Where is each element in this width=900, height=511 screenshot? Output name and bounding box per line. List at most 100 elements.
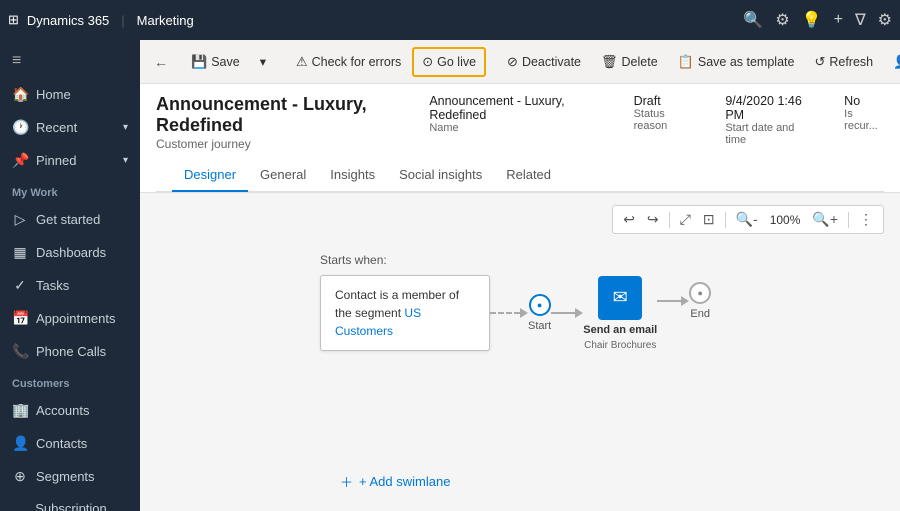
chevron-down-icon: ▾ xyxy=(123,122,128,133)
appointments-icon: 📅 xyxy=(12,310,28,327)
deactivate-button[interactable]: ⊘ Deactivate xyxy=(498,48,590,76)
canvas-toolbar-divider xyxy=(669,212,670,228)
sidebar-item-contacts[interactable]: 👤 Contacts xyxy=(0,427,140,460)
back-button[interactable]: ← xyxy=(148,50,174,74)
top-navigation: ⊞ Dynamics 365 | Marketing 🔍 ⚙ 💡 + ∇ ⚙ xyxy=(0,0,900,40)
email-node-title: Send an email xyxy=(583,324,657,336)
fit-button[interactable]: ⤢ xyxy=(676,209,695,230)
delete-icon: 🗑 xyxy=(601,54,618,70)
undo-button[interactable]: ↩ xyxy=(619,209,639,230)
sidebar-item-label: Tasks xyxy=(36,278,69,293)
tab-insights[interactable]: Insights xyxy=(318,159,387,192)
sidebar-item-label: Dashboards xyxy=(36,245,106,260)
tab-related[interactable]: Related xyxy=(494,159,563,192)
tab-general[interactable]: General xyxy=(248,159,318,192)
refresh-button[interactable]: ↺ Refresh xyxy=(805,48,882,76)
sidebar-item-phone-calls[interactable]: 📞 Phone Calls xyxy=(0,335,140,368)
sidebar-item-appointments[interactable]: 📅 Appointments xyxy=(0,302,140,335)
main-content: ← 💾 Save ▾ ⚠ Check for errors ⊙ Go live … xyxy=(140,40,900,511)
sidebar-item-label: Get started xyxy=(36,212,100,227)
record-subtitle: Customer journey xyxy=(156,137,429,151)
record-title: Announcement - Luxury, Redefined xyxy=(156,94,429,136)
settings-icon[interactable]: ⚙ xyxy=(775,10,789,30)
starts-when-label: Starts when: xyxy=(320,253,711,267)
canvas-toolbar: ↩ ↪ ⤢ ⊡ 🔍- 100% 🔍+ ⋮ xyxy=(612,205,884,234)
canvas-toolbar-divider3 xyxy=(848,212,849,228)
sidebar-item-get-started[interactable]: ▷ Get started xyxy=(0,203,140,236)
chevron-down-icon: ▾ xyxy=(123,155,128,166)
tab-social-insights[interactable]: Social insights xyxy=(387,159,494,192)
sidebar-item-label: Pinned xyxy=(36,153,76,168)
section-my-work: My Work xyxy=(0,177,140,203)
topnav-right: 🔍 ⚙ 💡 + ∇ ⚙ xyxy=(743,10,892,30)
start-circle: ● xyxy=(529,294,551,316)
assign-button[interactable]: 👤 Assign xyxy=(884,48,900,76)
filter-icon[interactable]: ∇ xyxy=(855,10,866,30)
template-icon: 📋 xyxy=(678,54,694,70)
email-node-subtitle: Chair Brochures xyxy=(584,340,656,351)
sidebar-item-home[interactable]: 🏠 Home xyxy=(0,78,140,111)
zoom-out-button[interactable]: 🔍- xyxy=(732,209,762,230)
tabs: Designer General Insights Social insight… xyxy=(156,159,884,192)
email-node[interactable]: ✉ Send an email Chair Brochures xyxy=(583,276,657,351)
sidebar-item-dashboards[interactable]: ▦ Dashboards xyxy=(0,236,140,269)
save-button[interactable]: 💾 Save xyxy=(182,48,249,76)
plus-icon[interactable]: + xyxy=(834,11,843,29)
add-swimlane-button[interactable]: ＋ + Add swimlane xyxy=(340,472,450,491)
deactivate-icon: ⊘ xyxy=(507,54,518,70)
zoom-in-button[interactable]: 🔍+ xyxy=(808,209,842,230)
sidebar-item-label: Appointments xyxy=(36,311,116,326)
nav-buttons: ← xyxy=(148,50,174,74)
save-template-button[interactable]: 📋 Save as template xyxy=(669,48,804,76)
contacts-icon: 👤 xyxy=(12,435,28,452)
canvas-area: ↩ ↪ ⤢ ⊡ 🔍- 100% 🔍+ ⋮ Starts when: Contac… xyxy=(140,193,900,511)
dashboard-icon: ▦ xyxy=(12,244,28,261)
module-name: Marketing xyxy=(137,13,194,28)
go-live-button[interactable]: ⊙ Go live xyxy=(412,47,486,77)
condition-box: Contact is a member of the segment US Cu… xyxy=(320,275,490,351)
info-icon[interactable]: 💡 xyxy=(802,10,822,30)
meta-start-date: 9/4/2020 1:46 PM Start date and time xyxy=(725,94,812,146)
hamburger-button[interactable]: ≡ xyxy=(0,44,140,78)
meta-status: Draft Status reason xyxy=(634,94,694,132)
end-circle: ● xyxy=(689,282,711,304)
delete-button[interactable]: 🗑 Delete xyxy=(592,48,667,76)
sidebar-item-recent[interactable]: 🕐 Recent ▾ xyxy=(0,111,140,144)
zoom-level: 100% xyxy=(766,213,805,227)
segments-icon: ⊕ xyxy=(12,468,28,485)
end-node: ● End xyxy=(689,282,711,320)
record-meta: Announcement - Luxury, Redefined Name Dr… xyxy=(429,94,884,146)
sidebar-item-tasks[interactable]: ✓ Tasks xyxy=(0,269,140,302)
meta-recur: No Is recur... xyxy=(844,94,884,132)
sidebar-item-label: Home xyxy=(36,87,71,102)
sidebar-item-accounts[interactable]: 🏢 Accounts xyxy=(0,394,140,427)
tab-designer[interactable]: Designer xyxy=(172,159,248,192)
arrow-right-icon2 xyxy=(575,308,583,318)
check-icon: ⚠ xyxy=(296,54,308,70)
sidebar-item-subscription-lists[interactable]: ≡ Subscription lists xyxy=(0,493,140,511)
go-live-icon: ⊙ xyxy=(422,54,433,70)
arrow-right-icon xyxy=(520,308,528,318)
toolbar: ← 💾 Save ▾ ⚠ Check for errors ⊙ Go live … xyxy=(140,40,900,84)
refresh-icon: ↺ xyxy=(814,54,825,70)
email-node-box: ✉ xyxy=(598,276,642,320)
sidebar-item-segments[interactable]: ⊕ Segments xyxy=(0,460,140,493)
sidebar-item-label: Contacts xyxy=(36,436,87,451)
add-icon: ＋ xyxy=(340,472,353,491)
home-icon: 🏠 xyxy=(12,86,28,103)
more-canvas-button[interactable]: ⋮ xyxy=(855,209,877,230)
redo-button[interactable]: ↪ xyxy=(643,209,663,230)
assign-icon: 👤 xyxy=(893,54,900,70)
check-errors-button[interactable]: ⚠ Check for errors xyxy=(287,48,410,76)
layout-button[interactable]: ⊡ xyxy=(699,209,719,230)
record-header: Announcement - Luxury, Redefined Custome… xyxy=(140,84,900,193)
sidebar-item-pinned[interactable]: 📌 Pinned ▾ xyxy=(0,144,140,177)
gear-icon[interactable]: ⚙ xyxy=(878,10,892,30)
sidebar-item-label: Accounts xyxy=(36,403,89,418)
save-dropdown-button[interactable]: ▾ xyxy=(251,48,275,75)
grid-icon[interactable]: ⊞ xyxy=(8,12,19,28)
start-to-email-connector xyxy=(551,308,583,318)
search-icon[interactable]: 🔍 xyxy=(743,10,763,30)
dashed-connector xyxy=(490,308,528,318)
section-customers: Customers xyxy=(0,368,140,394)
